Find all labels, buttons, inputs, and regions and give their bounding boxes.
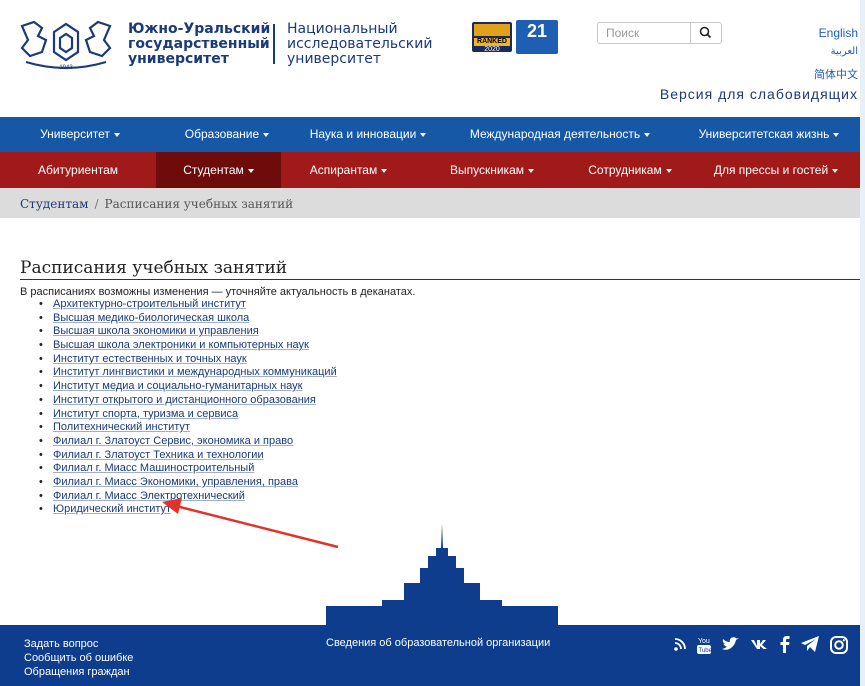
svg-text:You: You [698, 638, 710, 645]
social-links: You Tube [673, 635, 849, 660]
instagram-icon[interactable] [829, 635, 849, 660]
vk-icon[interactable] [750, 635, 770, 660]
footer: Задать вопрос Сообщить об ошибке Обращен… [0, 625, 860, 686]
rss-icon[interactable] [673, 635, 687, 660]
building-silhouette [326, 524, 558, 625]
window-edge [860, 0, 865, 686]
facebook-icon[interactable] [779, 635, 791, 660]
page: 1943 Южно-Уральский государственный унив… [0, 0, 860, 686]
telegram-icon[interactable] [800, 635, 820, 660]
twitter-icon[interactable] [721, 635, 741, 660]
footer-link-report-error[interactable]: Сообщить об ошибке [24, 651, 133, 665]
svg-text:Tube: Tube [699, 648, 713, 654]
footer-links: Задать вопрос Сообщить об ошибке Обращен… [24, 637, 133, 679]
footer-link-ask-question[interactable]: Задать вопрос [24, 637, 133, 651]
footer-link-citizen-appeals[interactable]: Обращения граждан [24, 665, 133, 679]
footer-link-org-info[interactable]: Сведения об образовательной организации [326, 637, 550, 649]
youtube-icon[interactable]: You Tube [696, 635, 713, 660]
